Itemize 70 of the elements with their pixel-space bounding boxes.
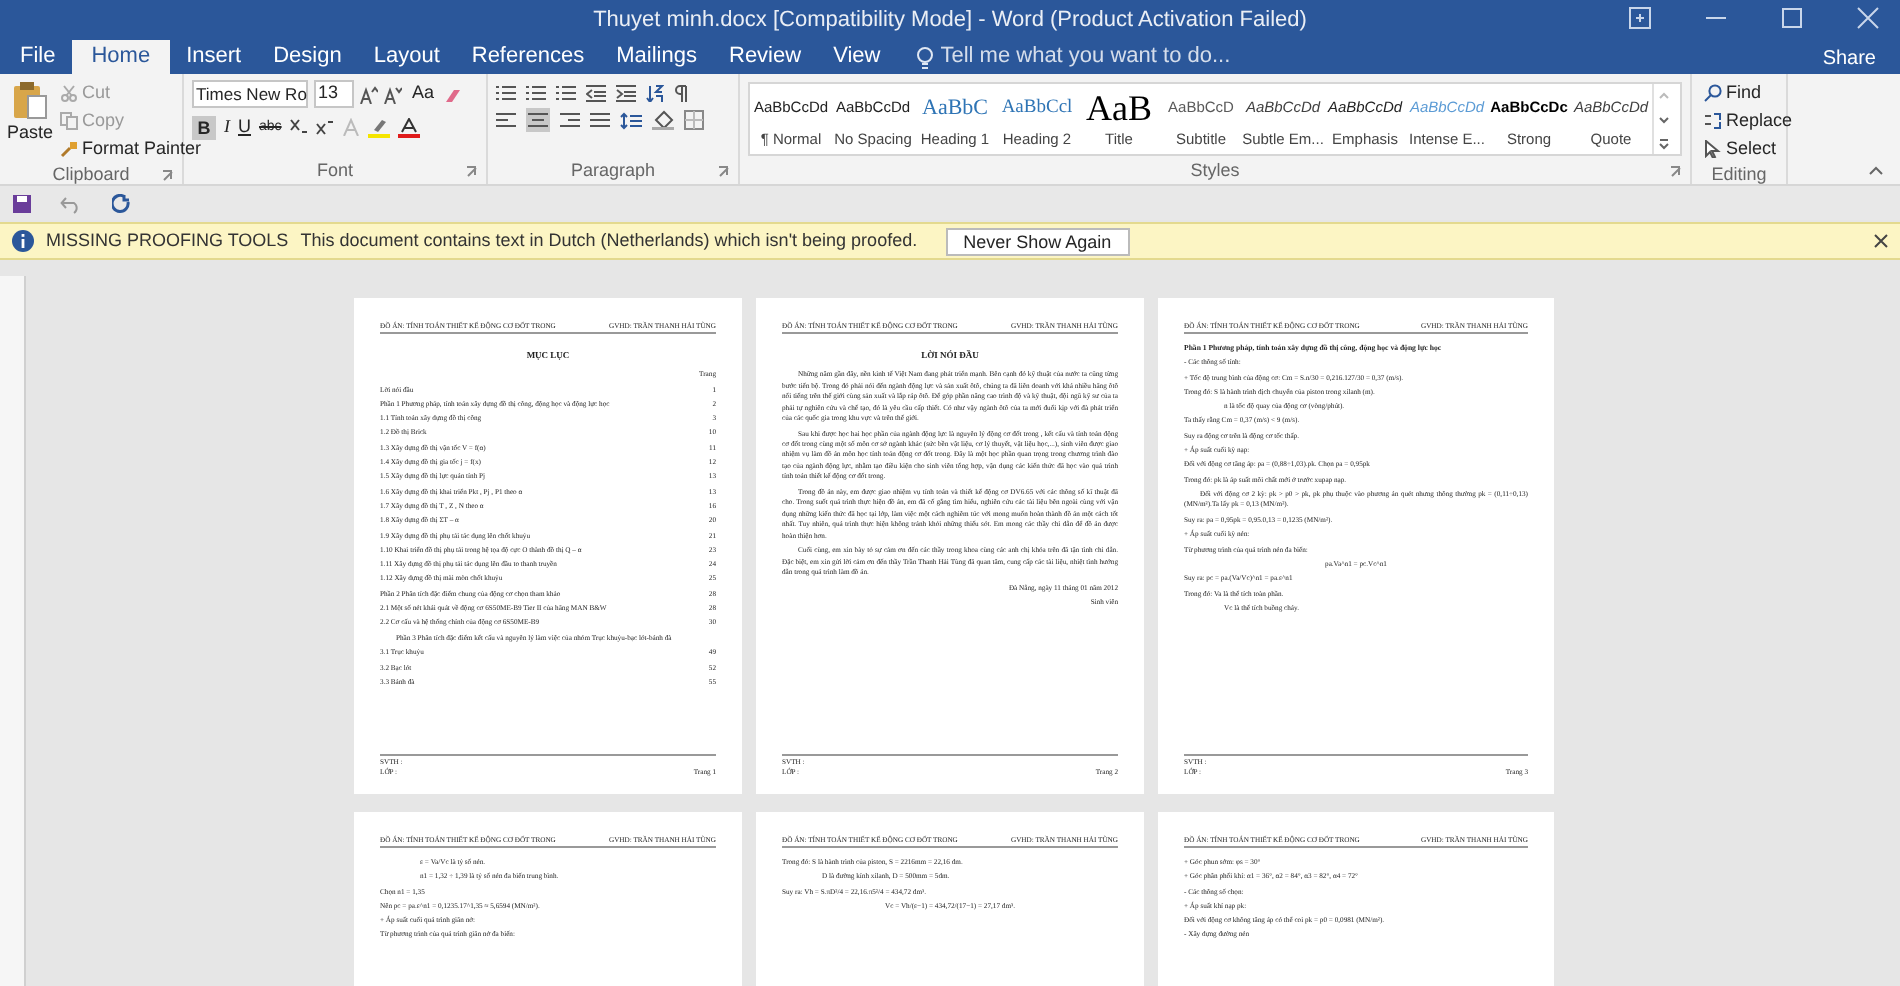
justify-icon[interactable]	[590, 112, 610, 128]
group-label: Paragraph	[570, 157, 656, 184]
save-icon[interactable]	[12, 193, 32, 213]
ribbon-tab[interactable]: File	[4, 40, 72, 74]
bold-button[interactable]: B	[192, 115, 216, 140]
collapse-ribbon-icon[interactable]	[1868, 164, 1884, 176]
bullets-icon[interactable]	[496, 84, 516, 102]
ribbon-tab[interactable]: Design	[257, 40, 358, 74]
font-size-field[interactable]: 13	[314, 80, 354, 108]
paste-button[interactable]: Paste	[8, 80, 52, 162]
window-title: Thuyet minh.docx [Compatibility Mode] - Word (Product Activation Failed)	[593, 5, 1307, 36]
ribbon-tab[interactable]: Insert	[170, 40, 258, 74]
group-label: Font	[316, 157, 353, 184]
dialog-launcher-icon[interactable]	[466, 166, 478, 178]
group-label: Clipboard	[52, 161, 130, 188]
borders-icon[interactable]	[684, 110, 704, 130]
group-label: Styles	[1190, 157, 1240, 184]
group-label: Editing	[1711, 161, 1767, 188]
never-show-again-button[interactable]: Never Show Again	[945, 227, 1130, 255]
align-left-icon[interactable]	[496, 112, 516, 128]
find-button[interactable]: Find	[1704, 80, 1793, 106]
grow-font-icon[interactable]	[360, 85, 378, 103]
shading-icon[interactable]	[652, 110, 674, 130]
underline-button[interactable]: U	[238, 114, 251, 141]
multilevel-list-icon[interactable]	[556, 84, 576, 102]
line-spacing-icon[interactable]	[620, 111, 642, 129]
redo-icon[interactable]	[112, 193, 132, 213]
ribbon-tab[interactable]: Layout	[357, 40, 456, 74]
ribbon-tab[interactable]: View	[817, 40, 897, 74]
paintbrush-icon	[60, 140, 78, 158]
dialog-launcher-icon[interactable]	[1670, 166, 1682, 178]
subscript-icon[interactable]	[289, 118, 308, 137]
close-icon[interactable]	[1874, 234, 1888, 248]
clipboard-icon	[12, 80, 48, 120]
increase-indent-icon[interactable]	[616, 84, 636, 102]
scissors-icon	[60, 84, 78, 102]
ribbon-tab[interactable]: Home	[71, 40, 171, 74]
ribbon-display-icon[interactable]	[1628, 6, 1652, 30]
align-right-icon[interactable]	[560, 112, 580, 128]
clear-formatting-icon[interactable]	[444, 85, 463, 103]
highlighter-icon[interactable]	[367, 117, 390, 138]
maximize-icon[interactable]	[1780, 6, 1804, 30]
change-case-button[interactable]: Aa	[408, 80, 439, 108]
align-center-icon[interactable]	[526, 108, 550, 132]
replace-icon	[1704, 112, 1722, 130]
ribbon-tab[interactable]: References	[455, 40, 601, 74]
sort-icon[interactable]	[646, 84, 664, 102]
lightbulb-icon	[916, 45, 935, 69]
superscript-icon[interactable]	[315, 118, 334, 137]
ribbon-tab[interactable]: Mailings	[600, 40, 713, 74]
dialog-launcher-icon[interactable]	[162, 170, 174, 182]
italic-button[interactable]: I	[224, 114, 230, 141]
replace-button[interactable]: Replace	[1704, 108, 1793, 134]
select-button[interactable]: Select	[1704, 136, 1793, 162]
message-text: This document contains text in Dutch (Netherlands) which isn't being proofed.	[300, 227, 918, 254]
search-icon	[1704, 84, 1722, 102]
ribbon-tab[interactable]: Review	[713, 40, 818, 74]
cursor-icon	[1704, 140, 1722, 158]
font-name-field[interactable]: Times New Ro	[192, 80, 308, 108]
shrink-font-icon[interactable]	[384, 85, 402, 103]
numbering-icon[interactable]	[526, 84, 546, 102]
font-color-icon[interactable]	[397, 117, 420, 138]
copy-icon	[60, 112, 78, 130]
dialog-launcher-icon[interactable]	[718, 166, 730, 178]
pilcrow-icon[interactable]	[674, 84, 688, 102]
format-painter-button[interactable]: Format Painter	[60, 136, 202, 162]
info-icon	[12, 230, 34, 252]
decrease-indent-icon[interactable]	[586, 84, 606, 102]
tell-me-field[interactable]: Tell me what you want to do...	[940, 40, 1271, 74]
message-title: MISSING PROOFING TOOLS	[46, 227, 289, 254]
